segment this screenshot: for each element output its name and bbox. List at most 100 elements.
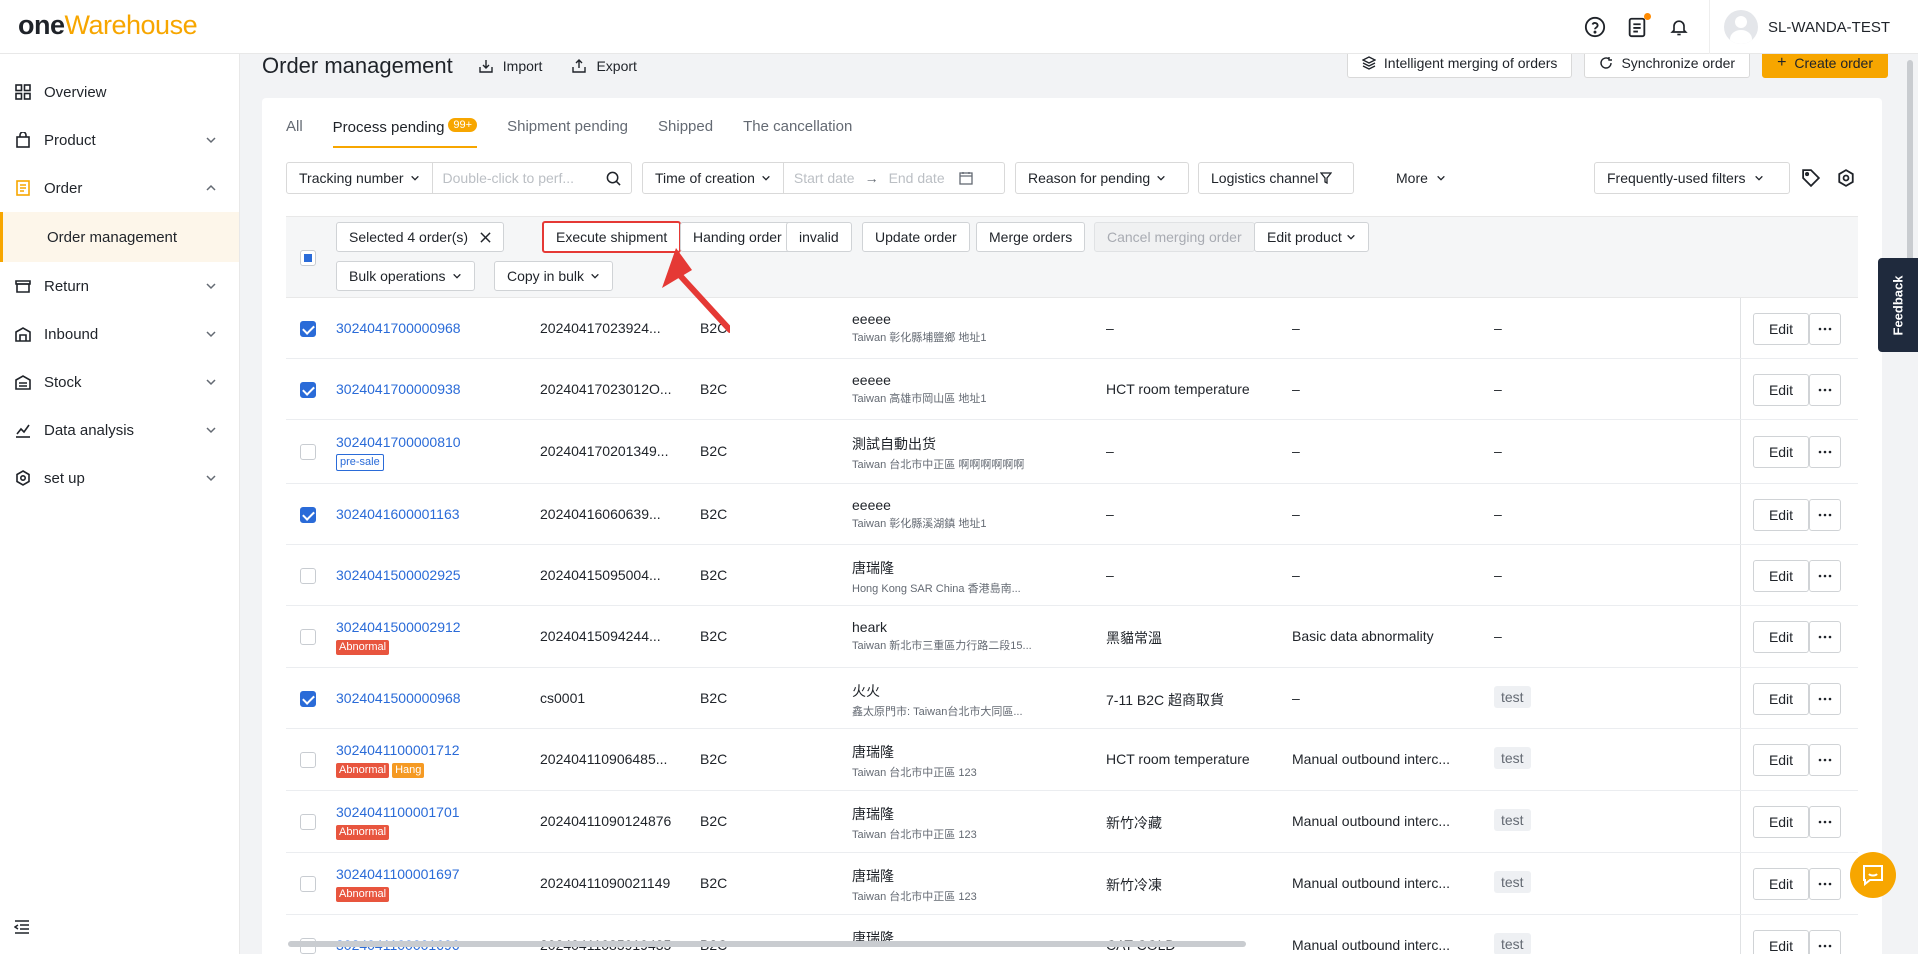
tab-shipped[interactable]: Shipped	[658, 108, 713, 148]
select-all-checkbox[interactable]	[300, 250, 316, 266]
more-actions-button[interactable]	[1809, 868, 1841, 900]
recipient-name: eeeee	[852, 371, 891, 388]
edit-button[interactable]: Edit	[1753, 312, 1809, 345]
order-number-link[interactable]: 3024041500002912	[336, 619, 536, 635]
order-number-link[interactable]: 3024041700000968	[336, 320, 536, 336]
row-checkbox[interactable]	[300, 814, 316, 830]
row-checkbox[interactable]	[300, 381, 316, 398]
pending-reason: Manual outbound interc...	[1292, 751, 1450, 767]
vertical-scrollbar[interactable]	[1906, 54, 1914, 954]
recipient-name: heark	[852, 619, 888, 635]
more-actions-button[interactable]	[1809, 929, 1841, 954]
more-actions-button[interactable]	[1809, 312, 1841, 345]
more-actions-button[interactable]	[1809, 682, 1841, 715]
frequently-used-filters-select[interactable]: Frequently-used filters	[1594, 162, 1790, 194]
sidebar-item-inbound[interactable]: Inbound	[0, 310, 239, 358]
edit-button[interactable]: Edit	[1753, 559, 1809, 592]
user-menu[interactable]: SL-WANDA-TEST	[1709, 0, 1918, 54]
order-number-link[interactable]: 3024041700000938	[336, 381, 536, 397]
tag-icon[interactable]	[1802, 169, 1821, 191]
order-number-link[interactable]: 3024041100001697	[336, 866, 536, 882]
search-icon[interactable]	[606, 171, 621, 186]
clipboard-icon[interactable]	[1625, 13, 1652, 39]
close-icon[interactable]	[480, 231, 491, 243]
more-actions-button[interactable]	[1809, 559, 1841, 592]
sidebar-item-set-up[interactable]: set up	[0, 454, 239, 502]
tab-shipment-pending[interactable]: Shipment pending	[507, 108, 628, 148]
chat-button[interactable]	[1850, 852, 1896, 898]
tab-all[interactable]: All	[286, 108, 303, 148]
edit-button[interactable]: Edit	[1753, 682, 1809, 715]
synchronize-order-button[interactable]: Synchronize order	[1584, 54, 1751, 78]
order-number-link[interactable]: 3024041100001701	[336, 804, 536, 820]
edit-product-button[interactable]: Edit product	[1254, 222, 1369, 252]
tab-process-pending[interactable]: Process pending 99+	[332, 108, 478, 148]
horizontal-scrollbar[interactable]	[288, 941, 1246, 947]
edit-button[interactable]: Edit	[1753, 929, 1809, 954]
sidebar-item-order[interactable]: Order	[0, 164, 239, 212]
more-actions-button[interactable]	[1809, 744, 1841, 776]
bell-icon[interactable]	[1667, 15, 1691, 39]
logistics-channel-filter[interactable]: Logistics channel	[1198, 162, 1354, 194]
end-date-input[interactable]: End date	[879, 170, 955, 186]
copy-in-bulk-button[interactable]: Copy in bulk	[494, 261, 614, 291]
start-date-input[interactable]: Start date	[784, 170, 865, 186]
sidebar-item-overview[interactable]: Overview	[0, 68, 239, 116]
cancel-merging-button[interactable]: Cancel merging order	[1094, 222, 1255, 252]
sidebar-item-return[interactable]: Return	[0, 262, 239, 310]
sidebar-item-stock[interactable]: Stock	[0, 358, 239, 406]
order-number-link[interactable]: 3024041500002925	[336, 567, 536, 583]
edit-button[interactable]: Edit	[1753, 373, 1809, 406]
invalid-button[interactable]: invalid	[786, 222, 852, 252]
sidebar-item-data-analysis[interactable]: Data analysis	[0, 406, 239, 454]
collapse-menu-icon[interactable]	[13, 920, 30, 938]
sidebar: Overview Product Order Order management …	[0, 54, 240, 954]
reason-for-pending-select[interactable]: Reason for pending	[1015, 162, 1189, 194]
edit-button[interactable]: Edit	[1753, 621, 1809, 653]
more-horizontal-icon	[1818, 635, 1832, 639]
more-actions-button[interactable]	[1809, 498, 1841, 531]
row-checkbox[interactable]	[300, 752, 316, 768]
import-link[interactable]: Import	[479, 58, 542, 74]
row-checkbox[interactable]	[300, 876, 316, 892]
row-checkbox[interactable]	[300, 629, 316, 645]
tracking-number-select[interactable]: Tracking number	[287, 163, 432, 193]
edit-button[interactable]: Edit	[1753, 806, 1809, 838]
edit-button[interactable]: Edit	[1753, 868, 1809, 900]
export-link[interactable]: Export	[572, 58, 637, 74]
calendar-icon[interactable]	[958, 171, 973, 185]
order-number-link[interactable]: 3024041500000968	[336, 690, 536, 706]
row-checkbox[interactable]	[300, 506, 316, 523]
edit-label: Edit	[1768, 876, 1794, 892]
help-icon[interactable]	[1583, 15, 1607, 39]
more-actions-button[interactable]	[1809, 373, 1841, 406]
order-number-link[interactable]: 3024041600001163	[336, 506, 536, 522]
create-order-button[interactable]: + Create order	[1762, 54, 1888, 78]
row-checkbox[interactable]	[300, 690, 316, 707]
notification-dot	[1644, 13, 1652, 20]
edit-button[interactable]: Edit	[1753, 498, 1809, 531]
merge-orders-button[interactable]: Merge orders	[976, 222, 1086, 252]
more-actions-button[interactable]	[1809, 436, 1841, 468]
sidebar-item-order-management[interactable]: Order management	[0, 212, 239, 262]
time-of-creation-select[interactable]: Time of creation	[643, 163, 783, 193]
row-checkbox[interactable]	[300, 567, 316, 584]
order-number-link[interactable]: 3024041100001712	[336, 742, 536, 758]
bulk-operations-button[interactable]: Bulk operations	[336, 261, 475, 291]
settings-icon[interactable]	[1837, 169, 1855, 191]
app-logo[interactable]: oneWarehouse	[18, 10, 198, 41]
update-order-button[interactable]: Update order	[862, 222, 970, 252]
row-checkbox[interactable]	[300, 320, 316, 337]
intelligent-merge-button[interactable]: Intelligent merging of orders	[1346, 54, 1573, 78]
more-actions-button[interactable]	[1809, 806, 1841, 838]
sidebar-item-product[interactable]: Product	[0, 116, 239, 164]
tracking-number-input[interactable]: Double-click to perf...	[433, 170, 606, 186]
edit-button[interactable]: Edit	[1753, 436, 1809, 468]
more-filters-button[interactable]: More	[1384, 162, 1454, 194]
order-number-link[interactable]: 3024041700000810	[336, 434, 536, 450]
feedback-tab[interactable]: Feedback	[1878, 258, 1918, 352]
row-checkbox[interactable]	[300, 444, 316, 460]
tab-cancellation[interactable]: The cancellation	[743, 108, 852, 148]
edit-button[interactable]: Edit	[1753, 744, 1809, 776]
more-actions-button[interactable]	[1809, 621, 1841, 653]
